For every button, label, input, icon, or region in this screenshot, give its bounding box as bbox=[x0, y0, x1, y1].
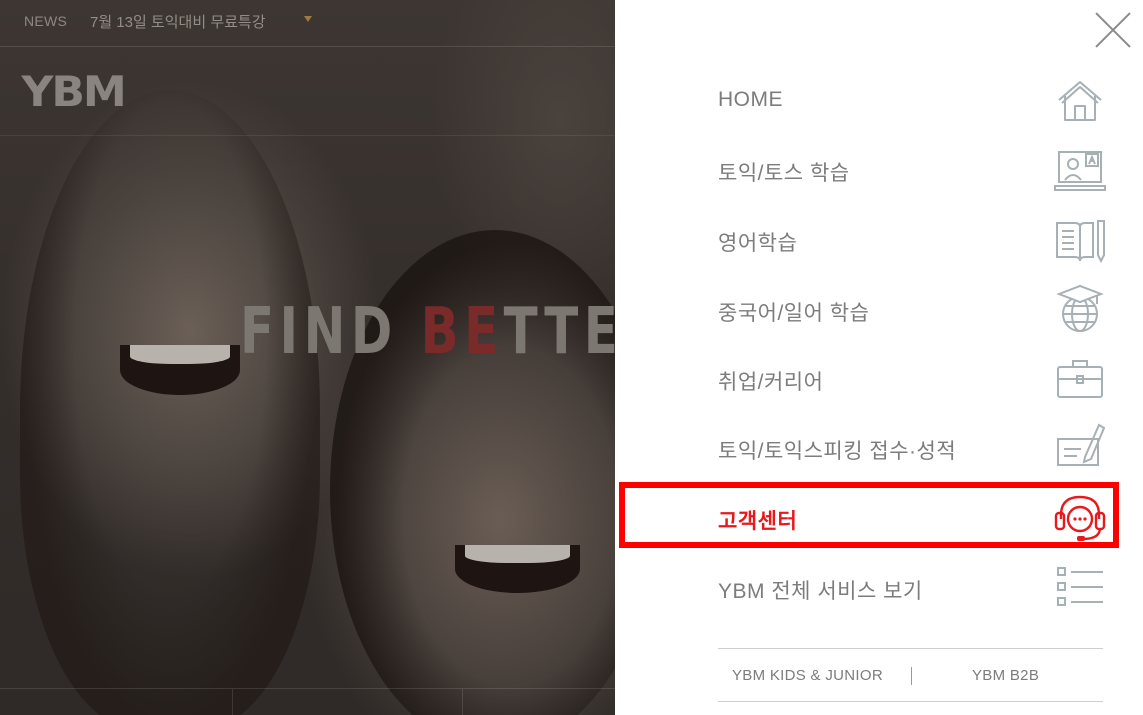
highlight-box bbox=[619, 482, 1119, 548]
ybm-kids-junior-link[interactable]: YBM KIDS & JUNIOR bbox=[732, 667, 883, 684]
slogan-accent: BE bbox=[420, 295, 504, 369]
menu-item-label: YBM 전체 서비스 보기 bbox=[718, 580, 923, 603]
globe-graduation-icon bbox=[1056, 284, 1104, 332]
news-dropdown-arrow-icon[interactable] bbox=[304, 16, 312, 22]
menu-item-label: 중국어/일어 학습 bbox=[718, 302, 870, 325]
menu-item-registration-scores[interactable]: 토익/토익스피킹 접수·성적 bbox=[615, 419, 1143, 479]
hero-photo-smile-left bbox=[120, 345, 240, 395]
list-icon bbox=[1057, 567, 1103, 606]
menu-item-label: HOME bbox=[718, 88, 783, 111]
footer-separator bbox=[911, 667, 912, 685]
header-divider bbox=[0, 135, 615, 136]
briefcase-icon bbox=[1057, 360, 1103, 398]
news-label: NEWS bbox=[24, 13, 68, 29]
background-hero: NEWS 7월 13일 토익대비 무료특강 YBM FIND BETTER bbox=[0, 0, 615, 715]
footer-divider bbox=[718, 648, 1103, 649]
menu-item-chinese-japanese[interactable]: 중국어/일어 학습 bbox=[615, 279, 1143, 339]
top-news-bar: NEWS 7월 13일 토익대비 무료특강 bbox=[0, 0, 615, 47]
laptop-study-icon bbox=[1054, 151, 1106, 191]
menu-item-all-services[interactable]: YBM 전체 서비스 보기 bbox=[615, 558, 1143, 618]
menu-item-label: 영어학습 bbox=[718, 232, 798, 255]
menu-item-career[interactable]: 취업/커리어 bbox=[615, 349, 1143, 409]
slogan-part-1: FIND bbox=[240, 295, 421, 369]
bottom-tab-strip bbox=[0, 688, 615, 715]
side-menu-drawer: HOME 토익/토스 학습 영어학습 중국어/일어 학습 취업/커리어 토익/토… bbox=[615, 0, 1143, 715]
tab-separator bbox=[232, 689, 233, 715]
menu-item-label: 취업/커리어 bbox=[718, 371, 824, 394]
home-icon bbox=[1058, 81, 1102, 121]
menu-item-label: 토익/토익스피킹 접수·성적 bbox=[718, 440, 957, 463]
ybm-logo[interactable]: YBM bbox=[22, 70, 127, 114]
menu-item-label: 토익/토스 학습 bbox=[718, 162, 850, 185]
news-headline-link[interactable]: 7월 13일 토익대비 무료특강 bbox=[90, 11, 266, 32]
menu-item-home[interactable]: HOME bbox=[615, 70, 1143, 130]
tab-separator bbox=[462, 689, 463, 715]
footer-bottom-divider bbox=[718, 701, 1103, 702]
ybm-b2b-link[interactable]: YBM B2B bbox=[972, 667, 1039, 684]
hero-photo-smile-right bbox=[455, 545, 580, 593]
hero-photo-person-left bbox=[20, 90, 320, 715]
hero-slogan: FIND BETTER bbox=[240, 294, 615, 370]
menu-item-toeic-study[interactable]: 토익/토스 학습 bbox=[615, 140, 1143, 200]
menu-item-english[interactable]: 영어학습 bbox=[615, 210, 1143, 270]
book-pencil-icon bbox=[1056, 220, 1105, 264]
slogan-part-2: TTER bbox=[503, 295, 615, 369]
close-menu-button[interactable] bbox=[1095, 12, 1131, 48]
document-pen-icon bbox=[1057, 423, 1106, 466]
